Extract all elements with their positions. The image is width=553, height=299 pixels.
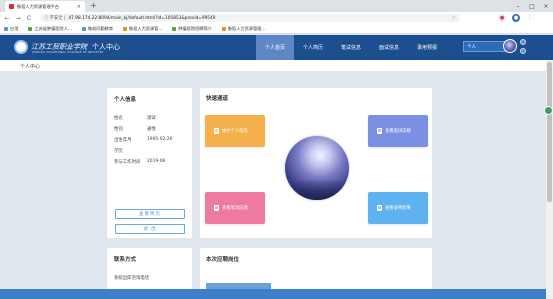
bookmark-icon (221, 26, 226, 31)
info-label-work-start: 参与工作时间 (114, 160, 141, 165)
quick-card-label: 查看笔试成绩 (222, 206, 248, 211)
bookmark-icon (81, 26, 86, 31)
bookmark-item[interactable]: 衡稻人力资源管... (123, 26, 162, 32)
profile-avatar-icon[interactable]: ● (512, 14, 520, 22)
info-value-work-start: 2019-06 (147, 159, 166, 164)
info-label-birth: 出生年月 (114, 138, 132, 143)
document-icon (377, 128, 382, 134)
contact-line: 系统出库咨询电话 (114, 276, 150, 281)
bookmark-star-icon[interactable]: ☆ (452, 15, 456, 21)
breadcrumb-bar (0, 60, 553, 72)
quick-card-maintain-resume[interactable]: 维护个人简历 (205, 115, 265, 147)
reload-icon[interactable]: C (26, 15, 32, 22)
bookmark-icon (172, 26, 177, 31)
bookmarks-bar: 应用 江苏省肿瘤医院人... 微软同勤教育 衡稻人力资源管... 肿瘤医院招聘简… (0, 24, 553, 34)
nav-item-offer[interactable]: 录用预报 (408, 35, 446, 60)
notification-icon[interactable] (520, 39, 526, 45)
document-icon (214, 128, 219, 134)
floating-helper-icon[interactable] (544, 106, 553, 115)
contact-title: 联系方式 (114, 257, 137, 263)
info-label-gender: 性别 (114, 127, 123, 132)
nav-item-home[interactable]: 个人首页 (256, 35, 294, 60)
tab-title: 衡稻人力资源管理平台 (17, 3, 59, 9)
forward-icon[interactable]: → (15, 15, 21, 22)
bookmark-item[interactable]: 微软同勤教育 (81, 26, 113, 32)
tab-close-icon[interactable]: × (77, 4, 81, 10)
logo-english: JIANGSU VOCATIONAL COLLEGE OF INDUSTRY (32, 50, 104, 54)
maximize-button[interactable]: □ (525, 0, 539, 12)
minimize-button[interactable]: – (511, 0, 525, 12)
bookmark-item[interactable]: 江苏省肿瘤医院人... (28, 26, 72, 32)
logout-button[interactable]: 退 出 (115, 224, 185, 234)
quick-card-offer-result[interactable]: 查看录用结果 (368, 192, 428, 224)
quick-access-title: 快速通道 (206, 96, 229, 102)
view-resume-button[interactable]: 查看简历 (115, 209, 185, 219)
nav-item-resume[interactable]: 个人简历 (294, 35, 332, 60)
browser-tab[interactable]: 衡稻人力资源管理平台 × (5, 1, 85, 12)
settings-icon[interactable] (520, 48, 526, 54)
bookmark-icon (28, 26, 33, 31)
info-value-birth: 1995-02-26 (147, 137, 173, 142)
url-text[interactable]: 47.98.174.22:8094/main_kj/default.html?i… (68, 16, 215, 21)
quick-card-label: 查看面试成绩 (385, 129, 411, 134)
personal-info-title: 个人信息 (114, 97, 137, 103)
document-icon (377, 205, 382, 211)
breadcrumb: 个人中心 (20, 64, 41, 70)
quick-card-interview-score[interactable]: 查看面试成绩 (368, 115, 428, 147)
back-icon[interactable]: ← (4, 15, 10, 22)
favicon-icon (9, 4, 14, 9)
college-emblem-icon (14, 40, 28, 54)
info-value-gender: 通性 (147, 127, 156, 132)
bookmark-item[interactable]: 衡稻人力资源管理... (221, 26, 265, 32)
bookmark-icon (123, 26, 128, 31)
quick-card-label: 查看录用结果 (385, 206, 411, 211)
apps-icon (4, 26, 8, 31)
user-dropdown-value: 个人 (467, 44, 476, 50)
document-icon (214, 205, 219, 211)
browser-tab-bar: 衡稻人力资源管理平台 × + – □ × (0, 0, 553, 12)
quick-card-label: 维护个人简历 (222, 129, 248, 134)
quick-card-written-score[interactable]: 查看笔试成绩 (205, 192, 265, 224)
taskbar (0, 289, 546, 299)
close-window-button[interactable]: × (539, 0, 553, 12)
info-value-name: 测试 (147, 116, 156, 121)
avatar[interactable] (503, 39, 517, 53)
bookmark-apps[interactable]: 应用 (4, 26, 18, 32)
info-label-name: 姓名 (114, 116, 123, 121)
new-tab-button[interactable]: + (90, 1, 97, 11)
main-nav: 个人首页 个人简历 笔试信息 面试信息 录用预报 (256, 35, 446, 60)
scrollbar-thumb[interactable] (547, 62, 552, 202)
moon-landscape-image (285, 136, 349, 200)
extension-icon[interactable]: ● (498, 14, 506, 22)
nav-item-interview[interactable]: 面试信息 (370, 35, 408, 60)
security-indicator[interactable]: ⓘ 不安全 | (44, 15, 65, 21)
url-bar[interactable]: ⓘ 不安全 | 47.98.174.22:8094/main_kj/defaul… (40, 14, 460, 22)
recruitment-title: 本次应聘岗位 (206, 257, 240, 263)
bookmark-item[interactable]: 肿瘤医院招聘简介 (172, 26, 212, 32)
browser-menu-icon[interactable]: ⋮ (526, 14, 534, 22)
nav-item-written-exam[interactable]: 笔试信息 (332, 35, 370, 60)
info-label-education: 学历 (114, 149, 123, 154)
